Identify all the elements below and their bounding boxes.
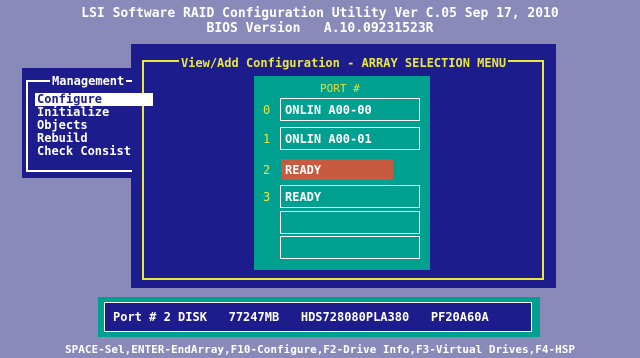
port-slot-5[interactable] [280,236,420,259]
port-status: ONLIN A00-01 [285,132,372,146]
bios-version: BIOS Version A.10.09231523R [206,21,434,36]
port-list: PORT # 0 ONLIN A00-00 1 ONLIN A00-01 2 R… [254,76,430,270]
port-number: 1 [263,132,271,146]
drive-info-text: Port # 2 DISK 77247MB HDS728080PLA380 PF… [104,302,532,332]
port-slot-4[interactable] [280,211,420,234]
port-number: 2 [263,163,271,177]
key-help-footer: SPACE-Sel,ENTER-EndArray,F10-Configure,F… [65,343,575,356]
drive-info-bar: Port # 2 DISK 77247MB HDS728080PLA380 PF… [98,297,540,337]
port-status: READY [285,163,322,177]
menu-item-initialize[interactable]: Initialize [35,106,139,119]
menu-item-rebuild[interactable]: Rebuild [35,132,139,145]
port-status: ONLIN A00-00 [285,103,372,117]
menu-item-check-consistency[interactable]: Check Consist [35,145,139,158]
port-status: READY [285,190,322,204]
panel-title-wrap: View/Add Configuration - ARRAY SELECTION… [131,52,556,71]
management-menu: Management Configure Initialize Objects … [22,68,153,178]
port-slot-3[interactable]: 3 READY [263,185,420,208]
port-slot-0[interactable]: 0 ONLIN A00-00 [263,98,420,121]
app-title: LSI Software RAID Configuration Utility … [81,6,559,21]
menu-item-objects[interactable]: Objects [35,119,139,132]
port-slot-1[interactable]: 1 ONLIN A00-01 [263,127,420,150]
port-header: PORT # [320,82,360,95]
port-number: 0 [263,103,271,117]
management-list: Configure Initialize Objects Rebuild Che… [35,93,153,158]
port-number: 3 [263,190,271,204]
app-header: LSI Software RAID Configuration Utility … [0,0,640,42]
management-title: Management [50,74,127,88]
panel-title: View/Add Configuration - ARRAY SELECTION… [178,56,509,70]
port-slot-2[interactable]: 2 READY [263,158,420,181]
menu-item-configure[interactable]: Configure [35,93,153,106]
